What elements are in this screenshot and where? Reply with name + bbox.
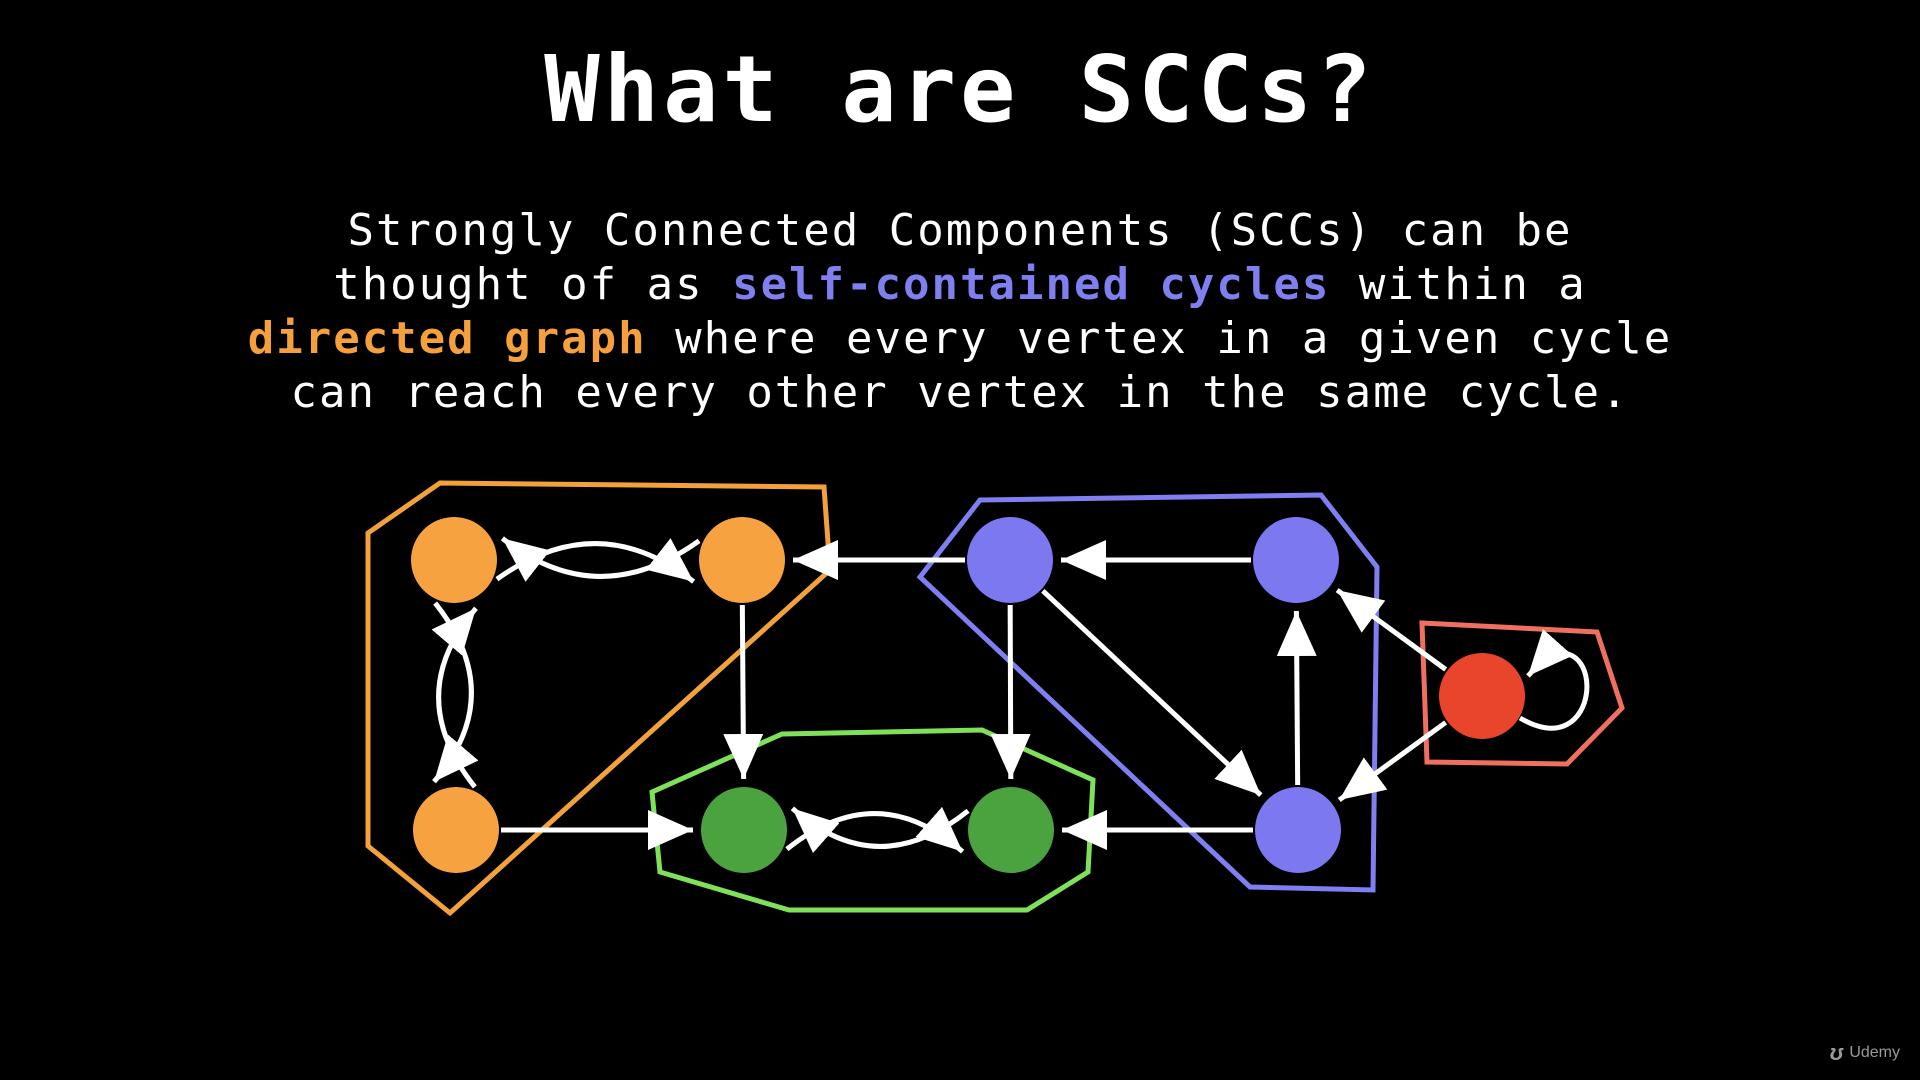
node-o3-orange	[413, 787, 499, 873]
edge-r1-to-b2	[1335, 588, 1448, 672]
node-b3-blue	[1255, 787, 1341, 873]
node-g1-green	[701, 787, 787, 873]
node-b2-blue	[1253, 517, 1339, 603]
udemy-watermark: ʊ Udemy	[1830, 1040, 1900, 1066]
edge-o2-to-g1	[723, 604, 764, 780]
edge-b1-to-g2	[990, 604, 1031, 780]
graph-nodes	[411, 517, 1525, 873]
node-o1-orange	[411, 517, 497, 603]
edge-b1-to-b3	[1041, 588, 1263, 797]
scc-graph-diagram	[365, 480, 1625, 917]
node-o2-orange	[699, 517, 785, 603]
edge-b3-to-b2	[1276, 610, 1317, 786]
watermark-text: Udemy	[1849, 1044, 1900, 1061]
edge-r1-to-r1	[1518, 629, 1590, 731]
udemy-logo-icon: ʊ	[1829, 1040, 1844, 1065]
node-g2-green	[968, 787, 1054, 873]
node-b1-blue	[967, 517, 1053, 603]
node-r1-red	[1439, 653, 1525, 739]
